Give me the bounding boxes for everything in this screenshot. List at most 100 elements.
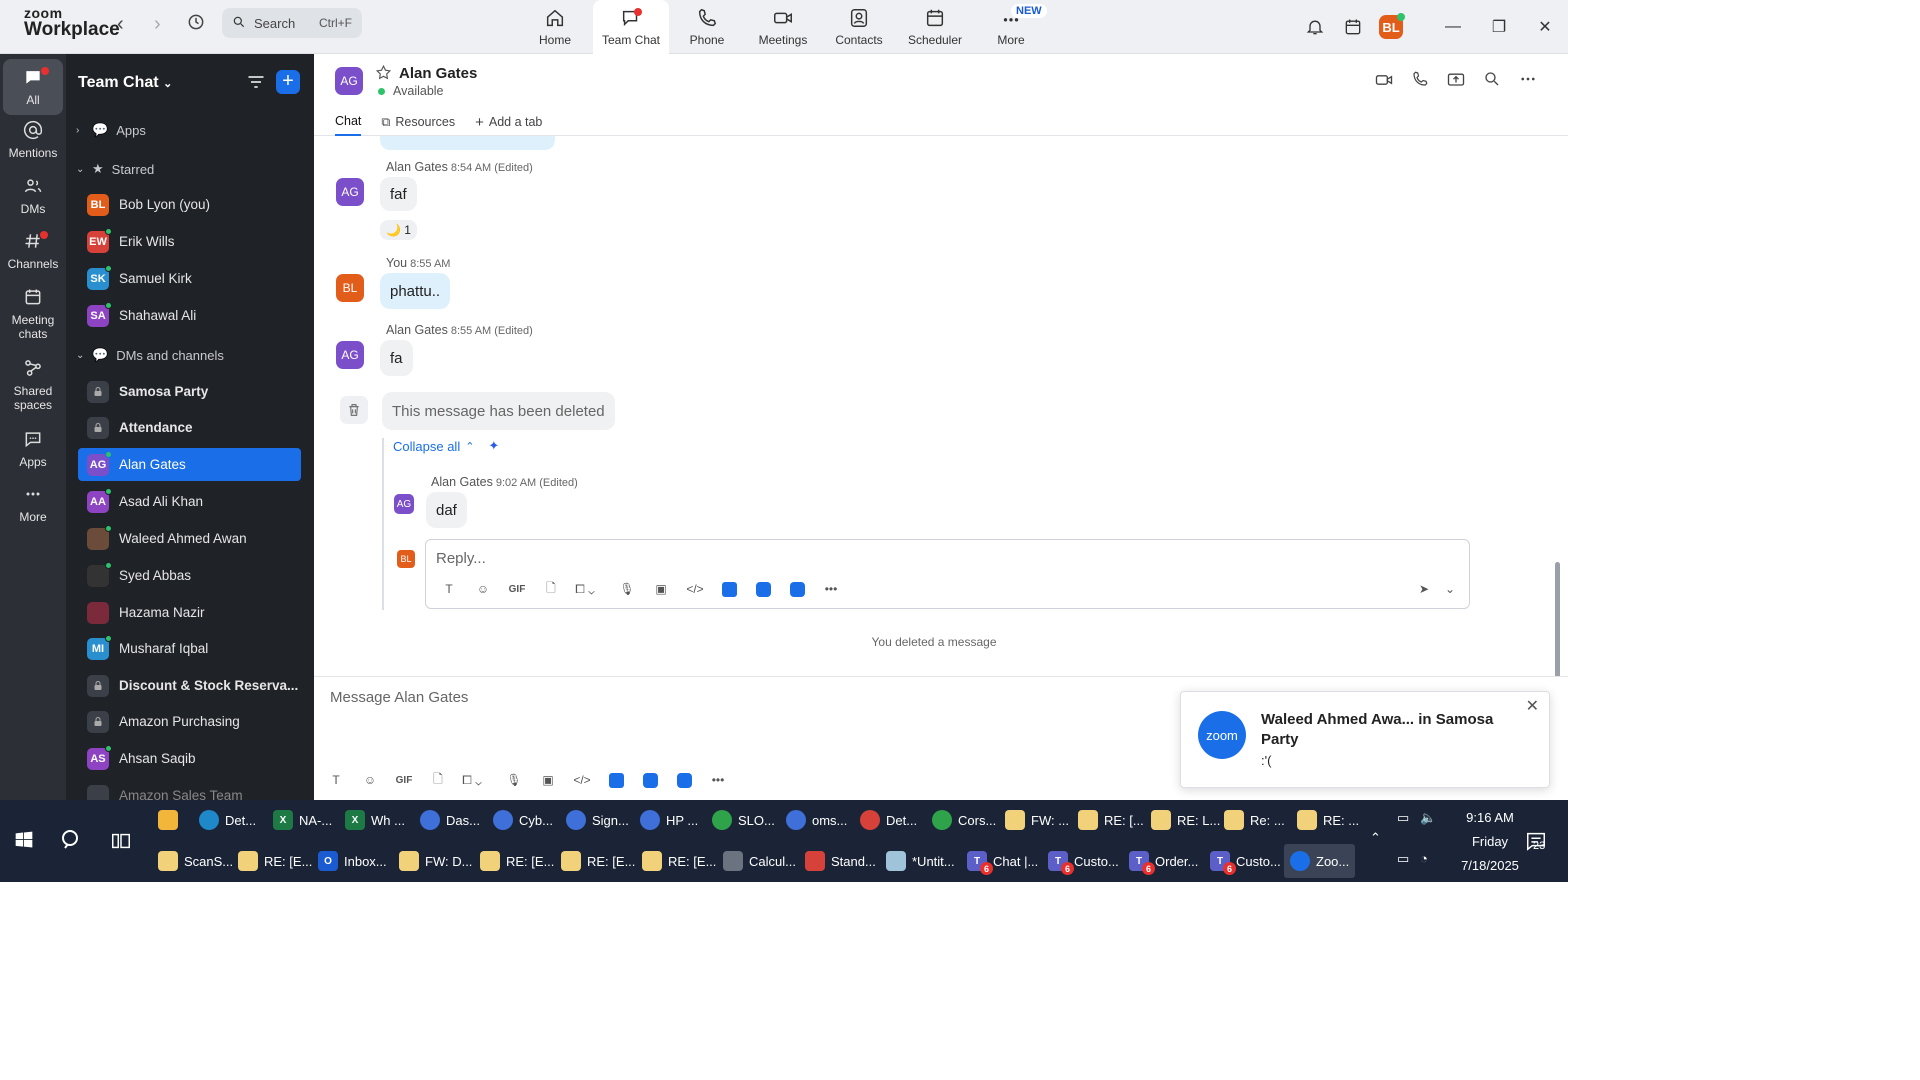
tab-add[interactable]: + Add a tab — [475, 112, 542, 132]
sidebar-item-attendance[interactable]: Attendance — [78, 411, 301, 444]
bell-icon[interactable] — [1297, 9, 1333, 45]
contact-avatar[interactable]: AG — [335, 67, 363, 95]
sidebar-item-samuel-kirk[interactable]: SK Samuel Kirk — [78, 262, 301, 295]
rail-apps[interactable]: Apps — [0, 429, 66, 469]
taskbar-app[interactable]: Det... — [860, 803, 917, 837]
taskbar-app[interactable]: FW: ... — [1005, 803, 1069, 837]
profile-avatar[interactable]: BL — [1373, 9, 1409, 45]
rail-shared-spaces[interactable]: Shared spaces — [0, 358, 66, 413]
add-button[interactable]: + — [276, 70, 300, 94]
filter-icon[interactable] — [246, 72, 266, 97]
search-chat-icon[interactable] — [1474, 70, 1510, 90]
reply-box[interactable]: Reply... T ☺ GIF 🗋 ⧠ ⌄ 🎙 ▣ </> ••• ➤ ⌄ — [425, 539, 1470, 609]
sidebar-item-samosa-party[interactable]: Samosa Party — [78, 375, 301, 408]
sidebar-item-hazama-nazir[interactable]: Hazama Nazir — [78, 596, 301, 629]
nav-meetings[interactable]: Meetings — [745, 0, 821, 54]
taskbar-app[interactable]: RE: [E... — [480, 844, 554, 878]
sidebar-item-asad-ali-khan[interactable]: AA Asad Ali Khan — [78, 485, 301, 518]
taskbar-app[interactable]: *Untit... — [886, 844, 955, 878]
gif-icon[interactable]: GIF — [500, 578, 534, 600]
format-text-icon[interactable]: T — [432, 578, 466, 600]
more-tools-icon[interactable]: ••• — [701, 769, 735, 791]
sidebar-item-amazon-sales-team[interactable]: Amazon Sales Team — [78, 779, 301, 800]
rail-meeting-chats[interactable]: Meeting chats — [0, 287, 66, 342]
rail-channels[interactable]: Channels — [0, 231, 66, 271]
close-icon[interactable]: ✕ — [1526, 696, 1539, 716]
star-icon[interactable] — [375, 64, 392, 86]
windows-start-icon[interactable] — [14, 830, 34, 855]
taskbar-app[interactable]: ScanS... — [158, 844, 233, 878]
section-apps[interactable]: › 💬 Apps — [76, 122, 146, 138]
sidebar-item-amazon-purchasing[interactable]: Amazon Purchasing — [78, 705, 301, 738]
video-message-icon[interactable]: ▣ — [531, 769, 565, 791]
taskbar-app[interactable]: HP ... — [640, 803, 698, 837]
phone-call-icon[interactable] — [1402, 70, 1438, 90]
taskbar-app[interactable]: RE: ... — [1297, 803, 1359, 837]
sidebar-item-alan-gates[interactable]: AG Alan Gates — [78, 448, 301, 481]
taskbar-app[interactable]: Cyb... — [493, 803, 553, 837]
emoji-icon[interactable]: ☺ — [353, 769, 387, 791]
sidebar-item-waleed-ahmed-awan[interactable]: Waleed Ahmed Awan — [78, 522, 301, 555]
video-call-icon[interactable] — [1366, 70, 1402, 90]
video-message-icon[interactable]: ▣ — [644, 578, 678, 600]
wifi-icon[interactable]: ◔ — [1420, 851, 1428, 866]
taskbar-search-icon[interactable] — [60, 828, 84, 857]
taskbar-app[interactable]: SLO... — [712, 803, 775, 837]
app-icon-2[interactable] — [746, 578, 780, 600]
nav-scheduler[interactable]: Scheduler — [897, 0, 973, 54]
more-options-icon[interactable] — [1510, 70, 1546, 90]
restore-button[interactable]: ❐ — [1476, 9, 1522, 45]
share-screen-icon[interactable] — [1438, 70, 1474, 90]
message-bubble[interactable]: faf — [380, 177, 417, 211]
sidebar-item-syed-abbas[interactable]: Syed Abbas — [78, 559, 301, 592]
sidebar-item-ahsan-saqib[interactable]: AS Ahsan Saqib — [78, 742, 301, 775]
rail-mentions[interactable]: Mentions — [0, 120, 66, 160]
close-window-button[interactable]: ✕ — [1522, 9, 1568, 45]
taskbar-app[interactable]: FW: D... — [399, 844, 472, 878]
taskbar-app[interactable]: Det... — [199, 803, 256, 837]
forward-arrow-icon[interactable]: › — [154, 13, 161, 36]
taskbar-app[interactable]: oms... — [786, 803, 847, 837]
format-text-icon[interactable]: T — [319, 769, 353, 791]
back-arrow-icon[interactable]: ‹ — [117, 13, 124, 36]
taskbar-file-explorer[interactable] — [158, 803, 184, 837]
rail-more[interactable]: More — [0, 484, 66, 524]
taskbar-app[interactable]: Sign... — [566, 803, 629, 837]
taskbar-app[interactable]: Das... — [420, 803, 480, 837]
screenshot-icon[interactable]: ⧠ ⌄ — [455, 769, 489, 791]
taskbar-app[interactable]: X NA-... — [273, 803, 332, 837]
taskbar-app[interactable]: T 6 Order... — [1129, 844, 1198, 878]
taskbar-app[interactable]: Stand... — [805, 844, 876, 878]
file-icon[interactable]: 🗋 — [421, 769, 455, 791]
notification-toast[interactable]: zoom Waleed Ahmed Awa... in Samosa Party… — [1180, 691, 1550, 788]
taskbar-app[interactable]: T 6 Chat |... — [967, 844, 1038, 878]
collapse-all-button[interactable]: Collapse all ⌃ ✦ — [393, 438, 499, 454]
taskbar-app[interactable]: RE: [... — [1078, 803, 1144, 837]
emoji-icon[interactable]: ☺ — [466, 578, 500, 600]
scrollbar[interactable] — [1555, 562, 1560, 676]
avatar[interactable]: AG — [394, 494, 414, 514]
taskbar-app[interactable]: O Inbox... — [318, 844, 387, 878]
nav-more[interactable]: NEW More — [973, 0, 1049, 54]
app-icon-3[interactable] — [780, 578, 814, 600]
taskbar-app[interactable]: RE: [E... — [238, 844, 312, 878]
battery-icon[interactable]: ▭ — [1397, 810, 1409, 826]
rail-dms[interactable]: DMs — [0, 176, 66, 216]
more-tools-icon[interactable]: ••• — [814, 578, 848, 600]
app-icon-3[interactable] — [667, 769, 701, 791]
nav-home[interactable]: Home — [517, 0, 593, 54]
rail-all[interactable]: All — [3, 59, 63, 116]
section-dms-channels[interactable]: ⌄ 💬 DMs and channels — [76, 347, 224, 363]
screenshot-icon[interactable]: ⧠ ⌄ — [568, 578, 602, 600]
sidebar-title[interactable]: Team Chat ⌄ — [78, 74, 172, 92]
ai-sparkle-icon[interactable]: ✦ — [488, 438, 499, 454]
taskbar-app[interactable]: RE: [E... — [561, 844, 635, 878]
search-bar[interactable]: Search Ctrl+F — [222, 8, 362, 38]
code-icon[interactable]: </> — [678, 578, 712, 600]
taskbar-app[interactable]: RE: [E... — [642, 844, 716, 878]
sidebar-item-shahawal-ali[interactable]: SA Shahawal Ali — [78, 299, 301, 332]
send-options-chevron-icon[interactable]: ⌄ — [1441, 578, 1459, 600]
code-icon[interactable]: </> — [565, 769, 599, 791]
taskbar-app-zoom[interactable]: Zoo... — [1284, 844, 1356, 878]
app-icon-2[interactable] — [633, 769, 667, 791]
